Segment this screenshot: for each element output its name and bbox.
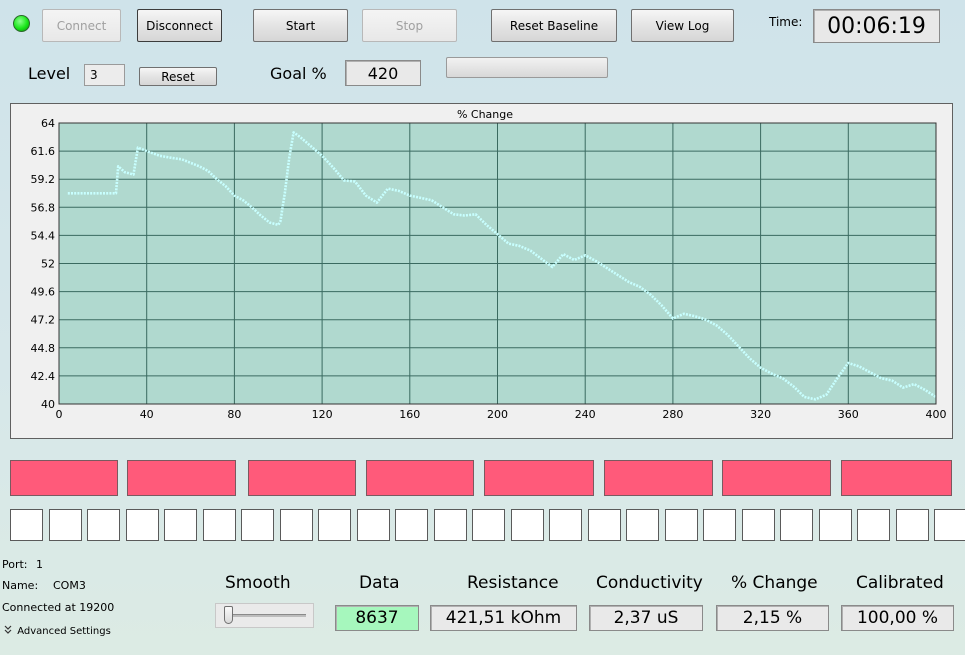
goal-label: Goal %: [270, 64, 327, 83]
start-button[interactable]: Start: [253, 9, 348, 42]
x-tick-label: 240: [575, 408, 596, 421]
level-reset-button[interactable]: Reset: [139, 67, 217, 86]
chart-title: % Change: [457, 108, 513, 121]
port-value: 1: [36, 558, 43, 571]
white-indicator: [819, 509, 852, 541]
white-indicator: [703, 509, 736, 541]
y-tick-label: 61.6: [31, 145, 56, 158]
data-value: 8637: [335, 605, 419, 631]
data-label: Data: [359, 573, 400, 593]
x-tick-label: 120: [312, 408, 333, 421]
resistance-label: Resistance: [467, 573, 559, 593]
red-indicator: [722, 460, 831, 496]
y-tick-label: 47.2: [31, 314, 56, 327]
white-indicator: [280, 509, 313, 541]
y-tick-label: 59.2: [31, 173, 56, 186]
red-indicator: [10, 460, 118, 496]
y-tick-label: 49.6: [31, 286, 56, 299]
white-indicator: [318, 509, 351, 541]
name-value: COM3: [53, 579, 86, 592]
white-indicator: [896, 509, 929, 541]
x-tick-label: 0: [56, 408, 63, 421]
level-label: Level: [28, 64, 71, 83]
time-label: Time:: [769, 15, 803, 29]
conductivity-label: Conductivity: [596, 573, 703, 593]
y-tick-label: 56.8: [31, 201, 56, 214]
white-indicator: [357, 509, 390, 541]
chart-svg: 0 40 80 120 160 200 240 280 320 360 4004042.444.84…: [31, 108, 947, 421]
percent-change-chart: 0 40 80 120 160 200 240 280 320 360 400 40 42.4 44.8 4…: [10, 103, 953, 439]
double-chevron-down-icon: [4, 625, 14, 637]
x-tick-label: 40: [140, 408, 154, 421]
white-indicator: [395, 509, 428, 541]
smooth-slider-thumb[interactable]: [224, 606, 233, 624]
connect-button[interactable]: Connect: [42, 9, 121, 42]
calibrated-label: Calibrated: [856, 573, 944, 593]
percent-change-label: % Change: [731, 573, 818, 593]
white-indicator: [164, 509, 197, 541]
red-indicator: [841, 460, 952, 496]
percent-change-value: 2,15 %: [716, 605, 829, 631]
white-indicator: [549, 509, 582, 541]
advanced-settings-toggle[interactable]: Advanced Settings: [4, 625, 111, 637]
x-tick-label: 360: [838, 408, 859, 421]
reset-baseline-button[interactable]: Reset Baseline: [491, 9, 617, 42]
y-tick-label: 44.8: [31, 342, 56, 355]
x-tick-label: 200: [487, 408, 508, 421]
connected-status: Connected at 19200: [2, 601, 115, 614]
y-tick-label: 52: [41, 258, 55, 271]
white-indicator: [126, 509, 159, 541]
y-tick-label: 64: [41, 117, 55, 130]
smooth-slider-track: [225, 614, 306, 617]
white-indicator: [203, 509, 236, 541]
white-indicator: [665, 509, 698, 541]
goal-input[interactable]: 420: [345, 60, 421, 86]
goal-progress-bar: [446, 57, 608, 78]
advanced-settings-label: Advanced Settings: [17, 626, 111, 637]
white-indicator: [857, 509, 890, 541]
white-indicator: [49, 509, 82, 541]
view-log-button[interactable]: View Log: [631, 9, 734, 42]
y-tick-label: 42.4: [31, 370, 56, 383]
disconnect-button[interactable]: Disconnect: [137, 9, 222, 42]
red-indicator: [484, 460, 594, 496]
stop-button[interactable]: Stop: [362, 9, 457, 42]
conductivity-value: 2,37 uS: [589, 605, 703, 631]
red-indicator: [366, 460, 474, 496]
smooth-label: Smooth: [225, 573, 291, 593]
white-indicator: [588, 509, 621, 541]
x-tick-label: 280: [662, 408, 683, 421]
x-tick-label: 320: [750, 408, 771, 421]
name-label: Name:: [2, 579, 39, 592]
port-label: Port:: [2, 558, 28, 571]
y-tick-label: 54.4: [31, 229, 56, 242]
white-indicator: [742, 509, 775, 541]
calibrated-value: 100,00 %: [841, 605, 954, 631]
red-indicator: [248, 460, 356, 496]
white-indicator: [934, 509, 965, 541]
white-indicator: [472, 509, 505, 541]
resistance-value: 421,51 kOhm: [430, 605, 577, 631]
time-display: 00:06:19: [813, 9, 940, 43]
red-indicator: [127, 460, 236, 496]
white-indicator: [780, 509, 813, 541]
smooth-slider[interactable]: [215, 603, 314, 628]
white-indicator: [10, 509, 43, 541]
white-indicator: [626, 509, 659, 541]
y-tick-label: 40: [41, 398, 55, 411]
connection-status-led: [13, 15, 30, 32]
red-indicator: [604, 460, 713, 496]
x-tick-label: 80: [227, 408, 241, 421]
white-indicator: [87, 509, 120, 541]
white-indicator: [241, 509, 274, 541]
white-indicator: [434, 509, 467, 541]
x-tick-label: 160: [399, 408, 420, 421]
x-tick-label: 400: [926, 408, 947, 421]
level-input[interactable]: 3: [84, 64, 125, 86]
white-indicator: [511, 509, 544, 541]
